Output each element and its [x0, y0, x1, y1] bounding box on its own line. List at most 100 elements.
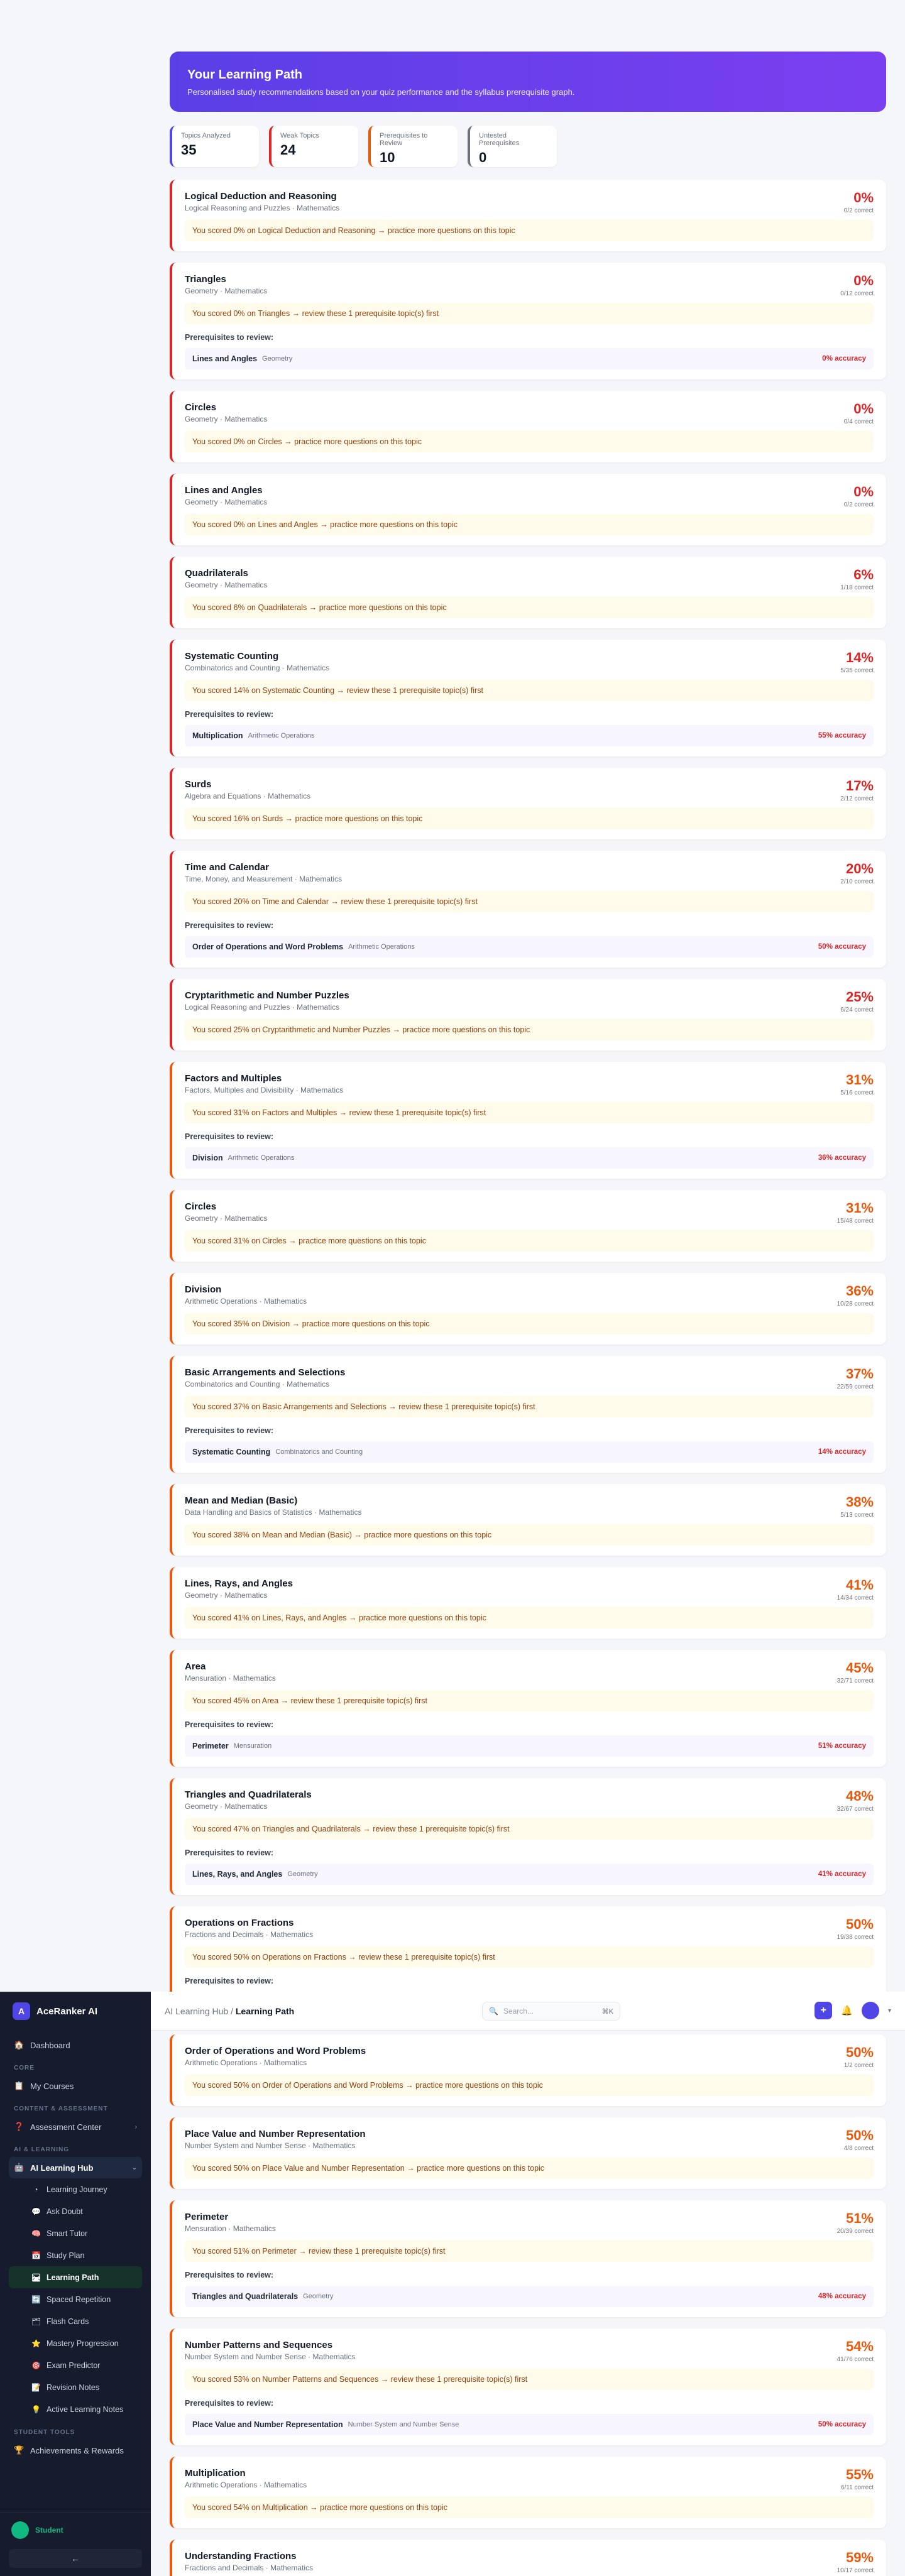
prerequisite-row[interactable]: Order of Operations and Word Problems Ari… [185, 936, 874, 958]
recommendation-message: You scored 14% on Systematic Counting → … [185, 680, 874, 701]
prerequisite-name: Lines and Angles [192, 354, 258, 363]
prerequisite-accuracy: 36% accuracy [818, 1154, 866, 1162]
prerequisite-row[interactable]: Triangles and Quadrilaterals Geometry 48% … [185, 2286, 874, 2307]
topic-score: 20% 2/10 correct [840, 861, 874, 885]
bell-icon[interactable]: 🔔 [841, 2005, 853, 2016]
sidebar-item-study-plan[interactable]: 📅 Study Plan [9, 2244, 142, 2266]
topic-subtitle: Logical Reasoning and Puzzles · Mathemat… [185, 204, 340, 212]
sidebar-item-flash-cards[interactable]: 🗂 Flash Cards [9, 2310, 142, 2332]
sidebar-item-learning-journey[interactable]: ◔ Learning Journey [9, 2178, 142, 2200]
topic-subtitle: Number System and Number Sense · Mathema… [185, 2352, 356, 2361]
sidebar-item-ask-doubt[interactable]: 💬 Ask Doubt [9, 2200, 142, 2222]
stat-card: Prerequisites to Review 10 [368, 126, 458, 167]
add-button[interactable]: + [814, 2002, 833, 2019]
prerequisite-row[interactable]: Lines, Rays, and Angles Geometry 41% accur… [185, 1864, 874, 1885]
score-percent: 50% [845, 1916, 874, 1932]
score-percent: 54% [845, 2339, 874, 2354]
collapse-sidebar-button[interactable]: ← [9, 2549, 142, 2568]
sidebar-item-revision-notes[interactable]: 📝 Revision Notes [9, 2376, 142, 2398]
topic-score: 55% 6/11 correct [841, 2467, 874, 2491]
score-percent: 0% [853, 484, 874, 499]
topic-card: Surds Algebra and Equations · Mathematics… [170, 768, 886, 839]
score-correct: 19/38 correct [836, 1934, 874, 1941]
menu-item-icon: 📝 [31, 2382, 41, 2392]
topic-subtitle: Algebra and Equations · Mathematics [185, 792, 311, 800]
sidebar-item-achievements[interactable]: 🏆 Achievements & Rewards [9, 2440, 142, 2461]
prerequisite-accuracy: 55% accuracy [818, 732, 866, 740]
topic-subtitle: Time, Money, and Measurement · Mathemati… [185, 875, 343, 883]
menu-item-icon: ◔ [33, 2185, 38, 2194]
prerequisite-name: Place Value and Number Representation [192, 2420, 343, 2429]
sidebar-item-my-courses[interactable]: 📋 My Courses [9, 2075, 142, 2097]
prerequisites-label: Prerequisites to review: [185, 1132, 274, 1141]
recommendation-message: You scored 50% on Place Value and Number… [185, 2158, 874, 2179]
topic-subtitle: Data Handling and Basics of Statistics ·… [185, 1508, 362, 1517]
score-correct: 0/12 correct [840, 290, 874, 297]
avatar[interactable] [861, 2002, 879, 2019]
topic-score: 54% 41/76 correct [837, 2339, 874, 2363]
recommendation-message: You scored 50% on Order of Operations an… [185, 2075, 874, 2096]
sidebar-item-ai-learning-hub[interactable]: 🤖 AI Learning Hub ⌄ [9, 2157, 142, 2178]
prerequisite-row[interactable]: Perimeter Mensuration 51% accuracy [185, 1735, 874, 1757]
sidebar-item-spaced-repetition[interactable]: 🔄 Spaced Repetition [9, 2288, 142, 2310]
topic-card: Basic Arrangements and Selections Combina… [170, 1356, 886, 1473]
stat-value: 10 [380, 150, 395, 165]
sidebar-item-assessment-center[interactable]: ❓ Assessment Center › [9, 2116, 142, 2137]
brand[interactable]: A AceRanker AI [0, 1992, 151, 2031]
prerequisite-accuracy: 14% accuracy [818, 1448, 866, 1456]
topic-title: Systematic Counting [185, 651, 279, 662]
prerequisite-row[interactable]: Multiplication Arithmetic Operations 55% a… [185, 725, 874, 746]
arrow-left-icon: ← [71, 2553, 80, 2563]
stats-row: Topics Analyzed 35 Weak Topics 24 Prerequisi… [170, 126, 886, 167]
chevron-right-icon: › [134, 2123, 137, 2131]
sidebar-item-learning-path[interactable]: 🛤 Learning Path [9, 2266, 142, 2288]
sidebar-item-smart-tutor[interactable]: 🧠 Smart Tutor [9, 2222, 142, 2244]
brand-logo: A [13, 2002, 30, 2020]
prerequisite-row[interactable]: Division Arithmetic Operations 36% accurac… [185, 1147, 874, 1169]
prerequisite-row[interactable]: Lines and Angles Geometry 0% accuracy [185, 348, 874, 369]
chevron-down-icon[interactable]: ▾ [888, 2007, 891, 2014]
prerequisite-row[interactable]: Systematic Counting Combinatorics and Cou… [185, 1441, 874, 1463]
topic-score: 48% 32/67 correct [837, 1788, 874, 1813]
topic-title: Lines, Rays, and Angles [185, 1578, 293, 1589]
stat-label: Untested Prerequisites [479, 132, 520, 147]
topic-card: Lines and Angles Geometry · Mathematics 0%… [170, 474, 886, 545]
sidebar-item-dashboard[interactable]: 🏠 Dashboard [9, 2034, 142, 2056]
user-profile[interactable]: Student [0, 2513, 151, 2539]
topic-card: Triangles Geometry · Mathematics 0% 0/12 co… [170, 263, 886, 379]
topic-score: 59% 10/17 correct [837, 2550, 874, 2574]
prerequisites-label: Prerequisites to review: [185, 1720, 274, 1729]
breadcrumb-separator: / [231, 2006, 233, 2016]
menu-item-icon: 🔄 [31, 2295, 41, 2304]
prerequisite-row[interactable]: Place Value and Number Representation Num… [185, 2414, 874, 2435]
sidebar-item-exam-predictor[interactable]: 🎯 Exam Predictor [9, 2354, 142, 2376]
topic-card: Lines, Rays, and Angles Geometry · Mathem… [170, 1567, 886, 1639]
topic-card: Logical Deduction and Reasoning Logical R… [170, 180, 886, 251]
score-percent: 50% [845, 2044, 874, 2060]
stat-value: 0 [479, 150, 487, 165]
topic-title: Cryptarithmetic and Number Puzzles [185, 990, 349, 1001]
score-correct: 22/59 correct [836, 1384, 874, 1390]
topic-card: Number Patterns and Sequences Number Syst… [170, 2328, 886, 2445]
sidebar: A AceRanker AI 🏠 Dashboard CORE 📋 My Cou… [0, 1992, 151, 2576]
prerequisites-label: Prerequisites to review: [185, 333, 274, 342]
topic-title: Lines and Angles [185, 485, 263, 496]
topic-subtitle: Combinatorics and Counting · Mathematics [185, 663, 330, 672]
prerequisites-label: Prerequisites to review: [185, 710, 274, 719]
topic-subtitle: Geometry · Mathematics [185, 287, 268, 295]
prerequisite-subject: Number System and Number Sense [348, 2421, 459, 2428]
topic-title: Triangles and Quadrilaterals [185, 1789, 312, 1800]
topic-subtitle: Arithmetic Operations · Mathematics [185, 1297, 307, 1306]
topic-title: Time and Calendar [185, 862, 269, 873]
recommendation-message: You scored 31% on Circles → practice mor… [185, 1230, 874, 1252]
topic-card: Quadrilaterals Geometry · Mathematics 6% 1/… [170, 557, 886, 628]
sidebar-item-mastery-progression[interactable]: ⭐ Mastery Progression [9, 2332, 142, 2354]
recommendation-message: You scored 35% on Division → practice mo… [185, 1313, 874, 1334]
sidebar-item-active-learning-notes[interactable]: 💡 Active Learning Notes [9, 2398, 142, 2420]
topic-score: 6% 1/18 correct [840, 567, 874, 591]
sidebar-item-label: Flash Cards [47, 2317, 89, 2326]
search-input[interactable]: 🔍 Search... ⌘K [482, 2002, 620, 2021]
topic-score: 38% 5/13 correct [840, 1494, 874, 1519]
menu-item-icon: 💡 [31, 2404, 41, 2414]
breadcrumb-parent[interactable]: AI Learning Hub [165, 2006, 228, 2016]
